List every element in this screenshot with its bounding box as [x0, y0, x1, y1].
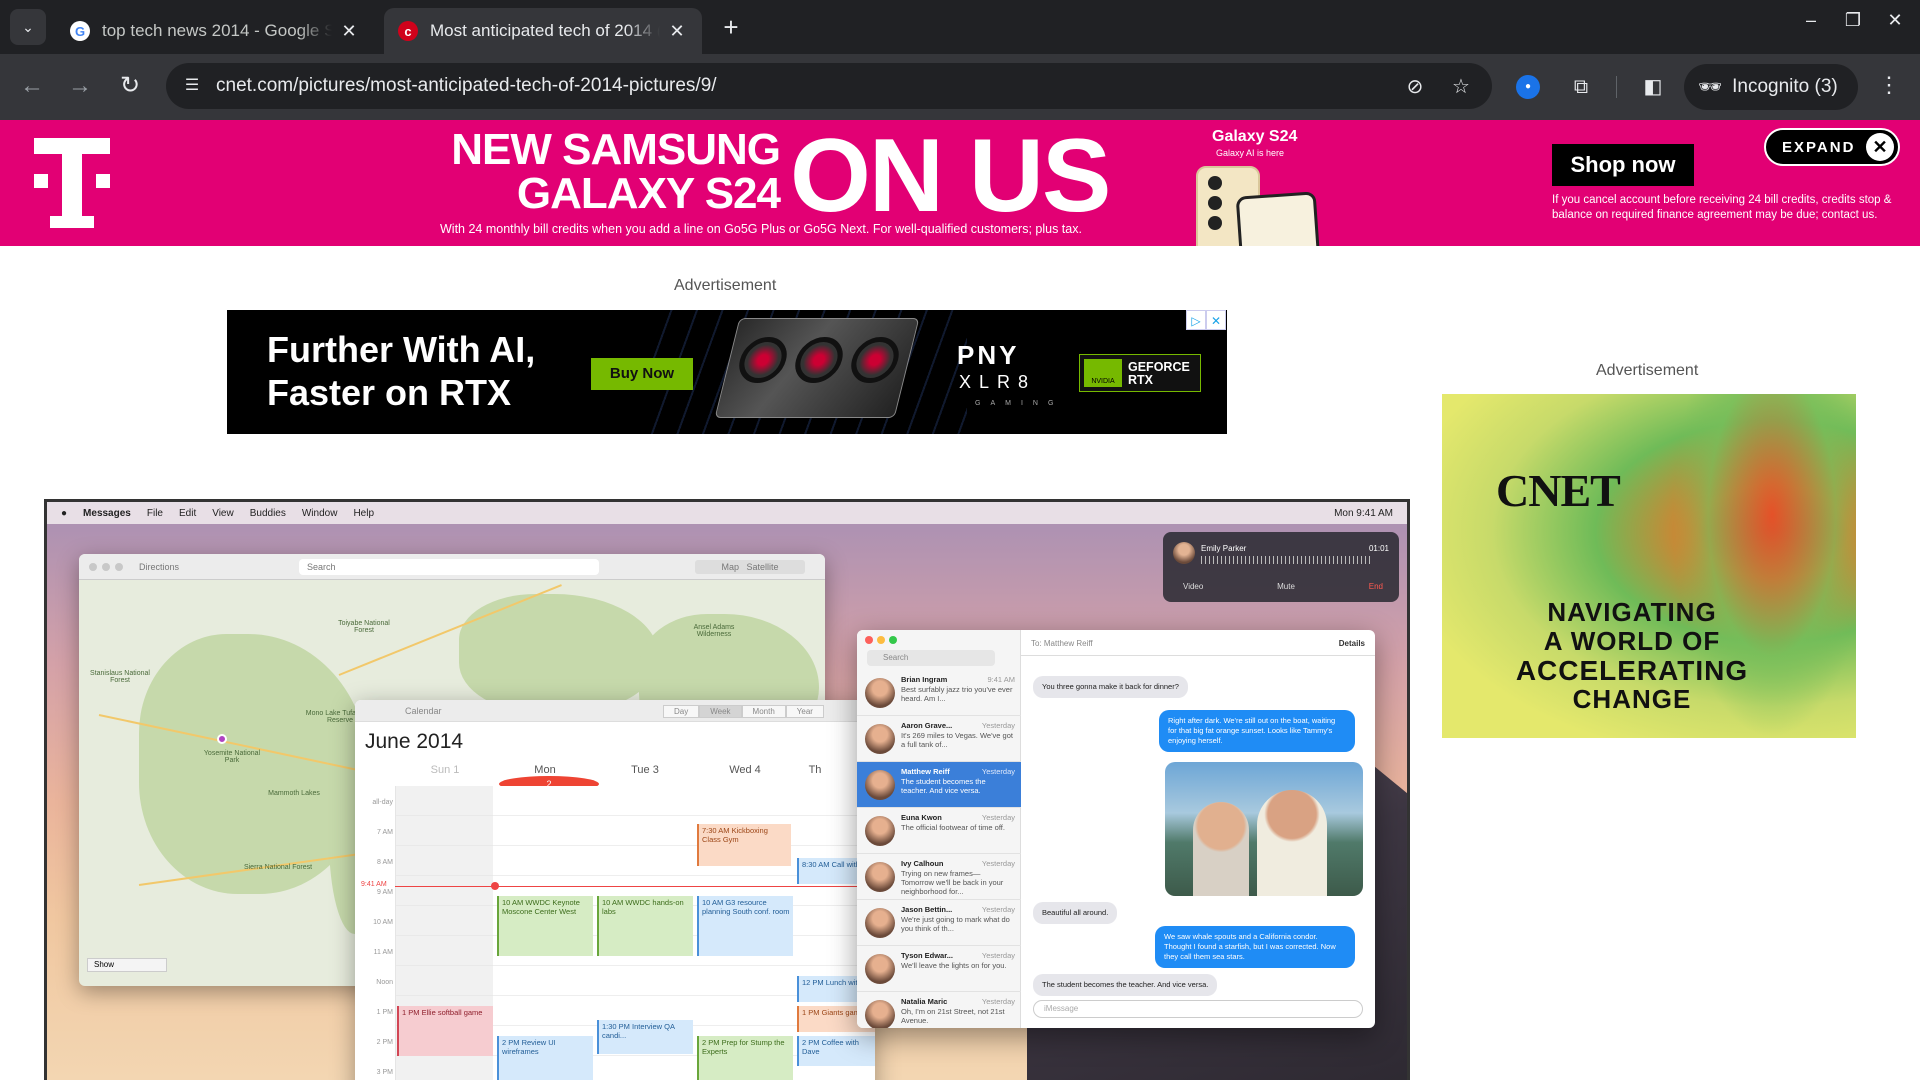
- galaxy-sub: Galaxy AI is here: [1216, 148, 1285, 158]
- list-item: Aaron Grave... Yesterday It's 269 miles to…: [857, 716, 1021, 762]
- list-item: Brian Ingram 9:41 AM Best surfably jazz tr…: [857, 670, 1021, 716]
- maps-toolbar: Directions Search Map Satellite: [79, 554, 825, 580]
- close-icon[interactable]: ✕: [666, 21, 688, 42]
- back-icon[interactable]: ←: [16, 70, 48, 102]
- apple-icon: ●: [61, 507, 68, 519]
- cnet-tagline: NAVIGATING A WORLD OF ACCELERATING CHANG…: [1515, 597, 1749, 714]
- adchoices-icon[interactable]: ▷ ✕: [1186, 310, 1226, 330]
- message-photo: [1165, 762, 1363, 896]
- list-item: Tyson Edwar... Yesterday We'll leave the l…: [857, 946, 1021, 992]
- restore-icon[interactable]: ❐: [1838, 10, 1868, 31]
- extensions-puzzle-icon[interactable]: ⧉: [1566, 72, 1596, 102]
- buy-now-button[interactable]: Buy Now: [591, 358, 693, 390]
- tmobile-fine-print: With 24 monthly bill credits when you ad…: [440, 222, 1082, 236]
- new-tab-button[interactable]: +: [716, 12, 746, 42]
- tab-cnet[interactable]: c Most anticipated tech of 2014 ( ✕: [384, 8, 702, 54]
- message-bubble: Right after dark. We're still out on the…: [1159, 710, 1355, 752]
- maps-show-button: Show: [87, 958, 167, 972]
- tab-title: Most anticipated tech of 2014 (: [430, 21, 660, 40]
- maps-search: Search: [299, 559, 599, 575]
- graphics-card-image: [714, 318, 920, 418]
- phone-image: [1235, 191, 1321, 246]
- sidebar-ad-label: Advertisement: [1596, 362, 1699, 379]
- close-icon[interactable]: ✕: [338, 21, 360, 42]
- gaming-text: GAMING: [975, 400, 1064, 407]
- window-close-icon[interactable]: ✕: [1880, 10, 1910, 31]
- site-settings-icon[interactable]: ☰: [180, 74, 204, 98]
- url-text[interactable]: cnet.com/pictures/most-anticipated-tech-…: [216, 75, 717, 97]
- list-item: Jason Bettin... Yesterday We're just going…: [857, 900, 1021, 946]
- eye-off-icon[interactable]: ⊘: [1402, 74, 1428, 100]
- map-pin-icon: [217, 734, 227, 744]
- messages-search: Search: [867, 650, 995, 666]
- tab-strip: ⌄ G top tech news 2014 - Google Se ✕ c M…: [0, 0, 1920, 54]
- tab-search-button[interactable]: ⌄: [10, 9, 46, 45]
- facetime-hud: Emily Parker 01:01 Video Mute End: [1163, 532, 1399, 602]
- message-bubble: You three gonna make it back for dinner?: [1033, 676, 1188, 698]
- incognito-button[interactable]: 🕶 Incognito (3): [1684, 64, 1858, 110]
- star-icon[interactable]: ☆: [1448, 74, 1474, 100]
- messages-header: To: Matthew Reiff Details: [1021, 630, 1375, 656]
- ad-headline: Further With AI, Faster on RTX: [267, 329, 536, 413]
- browser-toolbar: ← → ↻ ☰ cnet.com/pictures/most-anticipat…: [0, 54, 1920, 120]
- incognito-icon: 🕶: [1698, 77, 1723, 98]
- chevron-down-icon: ⌄: [22, 18, 34, 35]
- cnet-logo: CNET: [1496, 465, 1621, 516]
- tab-title: top tech news 2014 - Google Se: [102, 21, 332, 40]
- cnet-sidebar-ad[interactable]: CNET NAVIGATING A WORLD OF ACCELERATING …: [1442, 394, 1856, 738]
- message-bubble: Beautiful all around.: [1033, 902, 1118, 924]
- google-icon: G: [70, 21, 90, 41]
- gallery-image[interactable]: ● Messages File Edit View Buddies Window…: [44, 499, 1410, 1080]
- xlr8-logo: XLR8: [959, 372, 1037, 392]
- list-item: Ivy Calhoun Yesterday Trying on new frames…: [857, 854, 1021, 900]
- messages-window: Search Brian Ingram 9:41 AM Best surfably …: [857, 630, 1375, 1028]
- close-icon[interactable]: ✕: [1866, 133, 1894, 161]
- pny-logo: PNY: [957, 340, 1020, 370]
- messages-sidebar: Search Brian Ingram 9:41 AM Best surfably …: [857, 630, 1021, 1028]
- list-item: Natalia Maric Yesterday Oh, I'm on 21st St…: [857, 992, 1021, 1028]
- cnet-extension-icon[interactable]: ●: [1516, 75, 1540, 99]
- calendar-window: Calendar Day Week Month Year June 2014 S…: [355, 700, 875, 1080]
- expand-ad-button[interactable]: EXPAND ✕: [1764, 128, 1900, 166]
- tmobile-on-us: ON US: [790, 120, 1111, 234]
- tmobile-logo: [34, 138, 110, 228]
- message-bubble: We saw whale spouts and a California con…: [1155, 926, 1355, 968]
- message-bubble: The student becomes the teacher. And vic…: [1033, 974, 1218, 996]
- mac-menubar: ● Messages File Edit View Buddies Window…: [47, 502, 1407, 524]
- galaxy-brand: Galaxy S24: [1212, 128, 1298, 145]
- geforce-rtx-badge: NVIDIA GEFORCE RTX: [1079, 354, 1201, 392]
- incognito-label: Incognito (3): [1732, 76, 1838, 97]
- tmobile-headline: NEW SAMSUNG GALAXY S24: [451, 125, 781, 218]
- toolbar-divider: [1616, 76, 1617, 98]
- pny-leaderboard-ad[interactable]: Further With AI, Faster on RTX Buy Now P…: [227, 310, 1227, 434]
- reload-icon[interactable]: ↻: [114, 70, 146, 102]
- list-item: Euna Kwon Yesterday The official footwear …: [857, 808, 1021, 854]
- minimize-icon[interactable]: –: [1796, 10, 1826, 31]
- ad-label: Advertisement: [674, 277, 777, 294]
- forward-icon[interactable]: →: [64, 70, 96, 102]
- side-panel-icon[interactable]: ◧: [1638, 72, 1668, 102]
- menubar-clock: Mon 9:41 AM: [1334, 507, 1393, 519]
- tmobile-banner-ad[interactable]: NEW SAMSUNG GALAXY S24 ON US With 24 mon…: [0, 120, 1920, 246]
- list-item: Matthew Reiff Yesterday The student become…: [857, 762, 1021, 808]
- address-bar[interactable]: ☰ cnet.com/pictures/most-anticipated-tec…: [166, 63, 1492, 109]
- more-menu-icon[interactable]: ⋮: [1874, 72, 1904, 98]
- imessage-input: iMessage: [1033, 1000, 1363, 1018]
- tab-google-search[interactable]: G top tech news 2014 - Google Se ✕: [56, 8, 374, 54]
- calendar-month: June 2014: [365, 730, 464, 753]
- cnet-icon: c: [398, 21, 418, 41]
- shop-now-button[interactable]: Shop now: [1552, 144, 1694, 186]
- tmobile-disclaimer: If you cancel account before receiving 2…: [1552, 194, 1892, 221]
